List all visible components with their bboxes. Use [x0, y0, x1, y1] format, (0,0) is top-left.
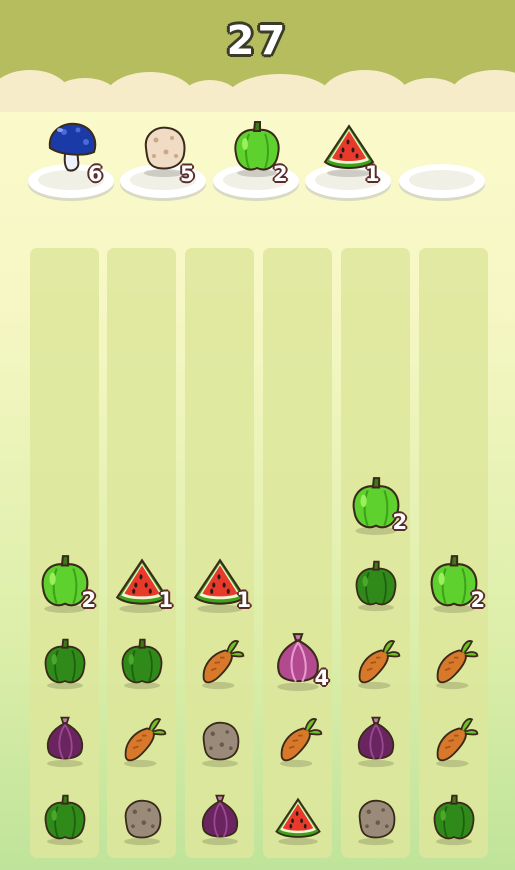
watermelon-icon[interactable]	[271, 792, 325, 846]
potato-icon	[201, 721, 239, 768]
item-count: 1	[365, 162, 380, 186]
carrot-icon[interactable]	[115, 714, 169, 768]
onion-icon	[46, 716, 83, 768]
carrot-icon	[123, 718, 166, 768]
item-count: 6	[88, 162, 103, 186]
watermelon-icon	[274, 797, 321, 846]
item-count: 2	[273, 162, 288, 186]
carrot-icon	[201, 640, 244, 690]
pepper-icon	[355, 560, 396, 612]
carrot-icon	[357, 640, 400, 690]
item-count: 2	[81, 588, 97, 612]
item-count: 1	[158, 588, 174, 612]
item-count: 2	[470, 588, 486, 612]
cloud-decoration	[450, 70, 515, 112]
score-counter: 27	[226, 18, 289, 64]
carrot-icon[interactable]	[427, 636, 481, 690]
item-count: 1	[236, 588, 252, 612]
pepper-icon[interactable]	[427, 792, 481, 846]
potato-icon[interactable]	[349, 792, 403, 846]
item-count: 5	[180, 162, 195, 186]
pepper-icon[interactable]	[349, 558, 403, 612]
pepper-icon[interactable]	[38, 636, 92, 690]
cloud-decoration	[225, 74, 335, 112]
carrot-icon[interactable]	[193, 636, 247, 690]
collection-slot[interactable]: 5	[120, 118, 206, 204]
item-count: 2	[392, 510, 408, 534]
onion-icon[interactable]	[193, 792, 247, 846]
pepper-icon[interactable]	[115, 636, 169, 690]
pepper-icon	[44, 638, 85, 690]
collection-slot[interactable]: 1	[305, 118, 391, 204]
onion-icon	[357, 716, 394, 768]
onion-icon	[201, 794, 238, 846]
pepper-icon[interactable]	[38, 792, 92, 846]
collection-slot[interactable]: 6	[28, 118, 114, 204]
collection-slot[interactable]	[399, 118, 485, 204]
carrot-icon	[279, 718, 322, 768]
carrot-icon[interactable]	[349, 636, 403, 690]
pepper-icon	[121, 638, 162, 690]
plate	[399, 164, 485, 198]
potato-icon[interactable]	[115, 792, 169, 846]
carrot-icon[interactable]	[427, 714, 481, 768]
potato-icon[interactable]	[193, 714, 247, 768]
onion-icon[interactable]	[349, 714, 403, 768]
collection-slots: 6 5 2 1	[0, 118, 515, 208]
pepper-icon	[433, 794, 474, 846]
potato-icon	[357, 799, 395, 846]
carrot-icon	[435, 640, 478, 690]
collection-slot[interactable]: 2	[213, 118, 299, 204]
carrot-icon	[435, 718, 478, 768]
onion-icon[interactable]	[38, 714, 92, 768]
carrot-icon[interactable]	[271, 714, 325, 768]
header-bar: 27	[0, 0, 515, 112]
potato-icon	[123, 799, 161, 846]
pepper-icon	[44, 794, 85, 846]
item-count: 4	[314, 666, 330, 690]
